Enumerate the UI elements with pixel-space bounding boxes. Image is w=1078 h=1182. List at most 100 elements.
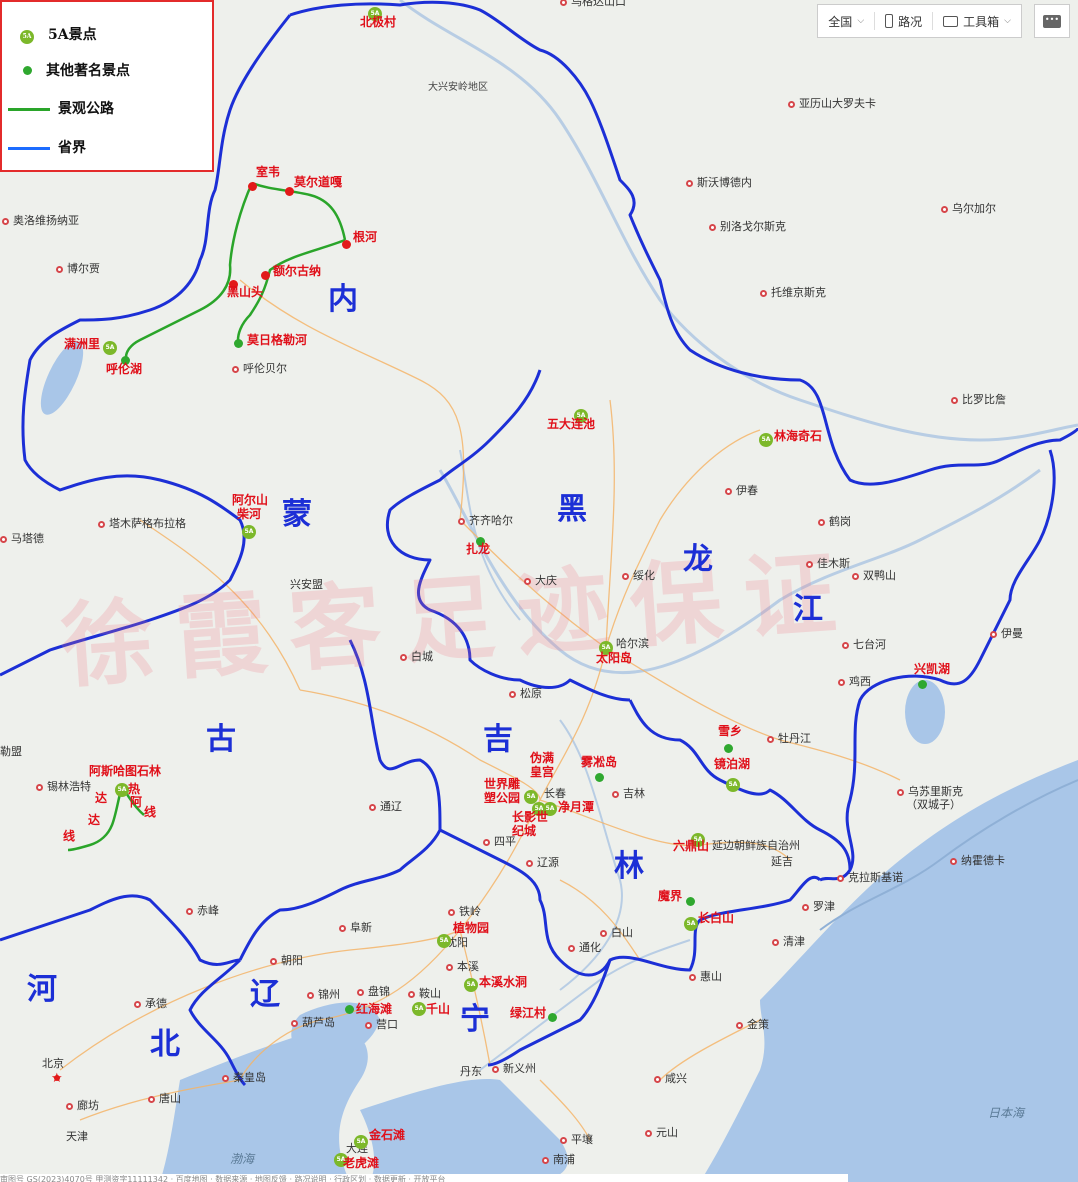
city-label[interactable]: 咸兴 bbox=[654, 1073, 687, 1084]
scenic-green-dot[interactable] bbox=[234, 335, 243, 351]
scenic-5a-marker[interactable]: 5A bbox=[412, 997, 426, 1016]
scenic-red-dot[interactable] bbox=[261, 267, 270, 283]
city-label[interactable]: 七台河 bbox=[842, 639, 886, 650]
city-label[interactable]: 齐齐哈尔 bbox=[458, 515, 513, 526]
city-label[interactable]: 元山 bbox=[645, 1127, 678, 1138]
scenic-label[interactable]: 雪乡 bbox=[718, 725, 742, 737]
city-label[interactable]: 托维京斯克 bbox=[760, 287, 826, 298]
scenic-green-dot[interactable] bbox=[548, 1009, 557, 1025]
scenic-label[interactable]: 莫尔道嘎 bbox=[294, 176, 342, 188]
city-label[interactable]: 哈尔滨 bbox=[616, 638, 649, 649]
city-label[interactable]: 廊坊 bbox=[66, 1100, 99, 1111]
scenic-5a-marker[interactable]: 5A bbox=[354, 1130, 368, 1149]
scenic-red-dot[interactable] bbox=[248, 178, 257, 194]
city-label[interactable]: 延边朝鲜族自治州 bbox=[712, 840, 800, 851]
city-label[interactable]: 大庆 bbox=[524, 575, 557, 586]
scenic-label[interactable]: 伪满皇宫 bbox=[530, 751, 558, 779]
scenic-label[interactable]: 长白山 bbox=[698, 912, 734, 924]
city-label[interactable]: 铁岭 bbox=[448, 906, 481, 917]
scenic-label[interactable]: 金石滩 bbox=[369, 1129, 405, 1141]
scenic-5a-marker[interactable]: 5A bbox=[726, 773, 740, 792]
scenic-label[interactable]: 室韦 bbox=[256, 166, 280, 178]
scenic-label[interactable]: 阿斯哈图石林 bbox=[89, 765, 161, 777]
scenic-green-dot[interactable] bbox=[345, 1001, 354, 1017]
scenic-5a-marker[interactable]: 5A bbox=[115, 778, 129, 797]
city-label[interactable]: 丹东 bbox=[460, 1066, 482, 1077]
city-label[interactable]: 锦州 bbox=[307, 989, 340, 1000]
city-label[interactable]: 绥化 bbox=[622, 570, 655, 581]
scenic-green-dot[interactable] bbox=[686, 893, 695, 909]
scenic-5a-marker[interactable]: 5A bbox=[684, 912, 698, 931]
city-label[interactable]: 伊曼 bbox=[990, 628, 1023, 639]
city-label[interactable]: 承德 bbox=[134, 998, 167, 1009]
chat-button[interactable]: ••• bbox=[1034, 4, 1070, 38]
scenic-label[interactable]: 呼伦湖 bbox=[106, 363, 142, 375]
traffic-button[interactable]: 路况 bbox=[875, 13, 932, 30]
city-label[interactable]: 奥洛维扬纳亚 bbox=[2, 215, 79, 226]
city-label[interactable]: 朝阳 bbox=[270, 955, 303, 966]
scenic-label[interactable]: 老虎滩 bbox=[343, 1157, 379, 1169]
toolbox-dropdown[interactable]: 工具箱 ⌵ bbox=[933, 13, 1021, 30]
city-label[interactable]: 北京 bbox=[42, 1058, 64, 1069]
city-label[interactable]: 鹤岗 bbox=[818, 516, 851, 527]
scenic-label[interactable]: 林海奇石 bbox=[774, 430, 822, 442]
city-label[interactable]: 塔木萨格布拉格 bbox=[98, 518, 186, 529]
city-label[interactable]: 葫芦岛 bbox=[291, 1017, 335, 1028]
city-label[interactable]: 松原 bbox=[509, 688, 542, 699]
city-label[interactable]: 亚历山大罗夫卡 bbox=[788, 98, 876, 109]
scenic-label[interactable]: 扎龙 bbox=[466, 543, 490, 555]
city-label[interactable]: 白城 bbox=[400, 651, 433, 662]
scenic-green-dot[interactable] bbox=[724, 740, 733, 756]
city-label[interactable]: 阜新 bbox=[339, 922, 372, 933]
city-label[interactable]: 马塔德 bbox=[0, 533, 44, 544]
city-label[interactable]: 斯沃博德内 bbox=[686, 177, 752, 188]
scenic-5a-marker[interactable]: 5A bbox=[759, 428, 773, 447]
city-label[interactable]: 白山 bbox=[600, 927, 633, 938]
city-label[interactable]: 乌尔加尔 bbox=[941, 203, 996, 214]
scenic-label[interactable]: 兴凯湖 bbox=[914, 663, 950, 675]
city-label[interactable]: 本溪 bbox=[446, 961, 479, 972]
city-label[interactable]: 金策 bbox=[736, 1019, 769, 1030]
city-label[interactable]: 佳木斯 bbox=[806, 558, 850, 569]
scenic-label[interactable]: 五大连池 bbox=[547, 418, 595, 430]
city-label[interactable]: 延吉 bbox=[771, 856, 793, 867]
scenic-5a-marker[interactable]: 5A bbox=[103, 336, 117, 355]
scenic-label[interactable]: 植物园 bbox=[453, 922, 489, 934]
city-label[interactable]: 乌苏里斯克 bbox=[897, 786, 963, 797]
scenic-label[interactable]: 黑山头 bbox=[227, 286, 263, 298]
city-label[interactable]: 乌格达山口 bbox=[560, 0, 626, 7]
city-label[interactable]: 兴安盟 bbox=[290, 579, 323, 590]
scenic-5a-marker[interactable]: 5A bbox=[437, 929, 451, 948]
city-label[interactable]: 秦皇岛 bbox=[222, 1072, 266, 1083]
scenic-label[interactable]: 根河 bbox=[353, 231, 377, 243]
scenic-label[interactable]: 本溪水洞 bbox=[479, 976, 527, 988]
city-label[interactable]: 呼伦贝尔 bbox=[232, 363, 287, 374]
city-label[interactable]: 赤峰 bbox=[186, 905, 219, 916]
scenic-label[interactable]: 世界雕塑公园 bbox=[484, 777, 526, 805]
city-label[interactable]: 盘锦 bbox=[357, 986, 390, 997]
scenic-label[interactable]: 太阳岛 bbox=[596, 652, 632, 664]
city-label[interactable]: 平壤 bbox=[560, 1134, 593, 1145]
city-label[interactable]: 罗津 bbox=[802, 901, 835, 912]
city-label[interactable]: 天津 bbox=[66, 1131, 88, 1142]
scenic-red-dot[interactable] bbox=[285, 183, 294, 199]
scenic-label[interactable]: 绿江村 bbox=[510, 1007, 546, 1019]
city-label[interactable]: 伊春 bbox=[725, 485, 758, 496]
scenic-label[interactable]: 净月潭 bbox=[558, 801, 594, 813]
scenic-label[interactable]: 镜泊湖 bbox=[714, 758, 750, 770]
scenic-5a-marker[interactable]: 5A bbox=[464, 973, 478, 992]
scenic-5a-marker[interactable]: 5A bbox=[242, 520, 256, 539]
city-label[interactable]: 比罗比詹 bbox=[951, 394, 1006, 405]
city-label[interactable]: 唐山 bbox=[148, 1093, 181, 1104]
scenic-label[interactable]: 雾凇岛 bbox=[581, 756, 617, 768]
city-label[interactable]: 牡丹江 bbox=[767, 733, 811, 744]
scope-dropdown[interactable]: 全国 ⌵ bbox=[818, 13, 874, 30]
city-label[interactable]: 别洛戈尔斯克 bbox=[709, 221, 786, 232]
city-label[interactable]: 辽源 bbox=[526, 857, 559, 868]
scenic-green-dot[interactable] bbox=[595, 769, 604, 785]
scenic-label[interactable]: 额尔古纳 bbox=[273, 265, 321, 277]
city-label[interactable]: 清津 bbox=[772, 936, 805, 947]
city-label[interactable]: 博尔贾 bbox=[56, 263, 100, 274]
city-label[interactable]: 鸡西 bbox=[838, 676, 871, 687]
scenic-label[interactable]: 北极村 bbox=[360, 16, 396, 28]
